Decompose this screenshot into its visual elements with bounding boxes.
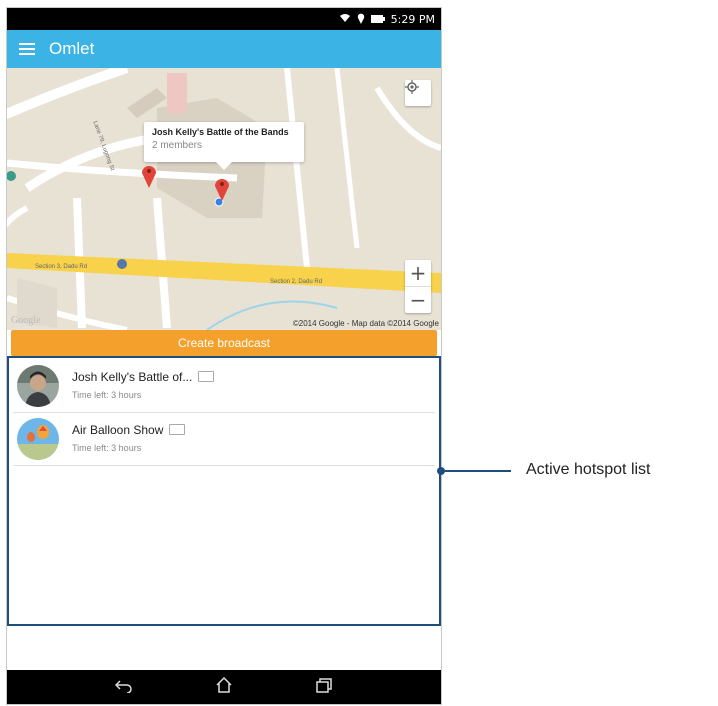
app-title: Omlet <box>49 39 95 58</box>
google-logo: Google <box>11 315 41 326</box>
active-hotspot-highlight <box>7 356 441 626</box>
home-icon[interactable] <box>209 676 239 698</box>
my-location-icon[interactable] <box>405 80 431 106</box>
map-roads <box>7 68 441 330</box>
street-label: Section 3, Dadu Rd <box>35 264 88 270</box>
battery-icon <box>370 14 385 25</box>
hamburger-menu-icon[interactable] <box>11 30 43 68</box>
info-window-subtitle: 2 members <box>152 140 203 151</box>
wifi-icon <box>339 13 351 25</box>
callout-line <box>444 470 511 472</box>
back-icon[interactable] <box>109 677 139 698</box>
create-broadcast-button[interactable]: Create broadcast <box>11 330 437 356</box>
zoom-out-button[interactable]: − <box>405 286 431 313</box>
status-bar: 5:29 PM <box>7 8 441 30</box>
street-label: Section 2, Dadu Rd <box>270 279 323 285</box>
app-bar: Omlet <box>7 30 441 68</box>
map-view[interactable]: Section 3, Dadu Rd Section 2, Dadu Rd La… <box>7 68 441 330</box>
info-window-title: Josh Kelly's Battle of the Bands <box>152 127 289 137</box>
status-time: 5:29 PM <box>390 12 435 26</box>
map-attribution: ©2014 Google - Map data ©2014 Google <box>292 319 439 328</box>
map-info-window[interactable]: Josh Kelly's Battle of the Bands 2 membe… <box>144 122 304 170</box>
recents-icon[interactable] <box>309 677 339 698</box>
nav-bar <box>7 670 441 704</box>
zoom-in-button[interactable]: + <box>405 260 431 286</box>
location-icon <box>357 13 365 26</box>
zoom-controls: + − <box>405 260 431 313</box>
callout-label: Active hotspot list <box>526 461 651 478</box>
